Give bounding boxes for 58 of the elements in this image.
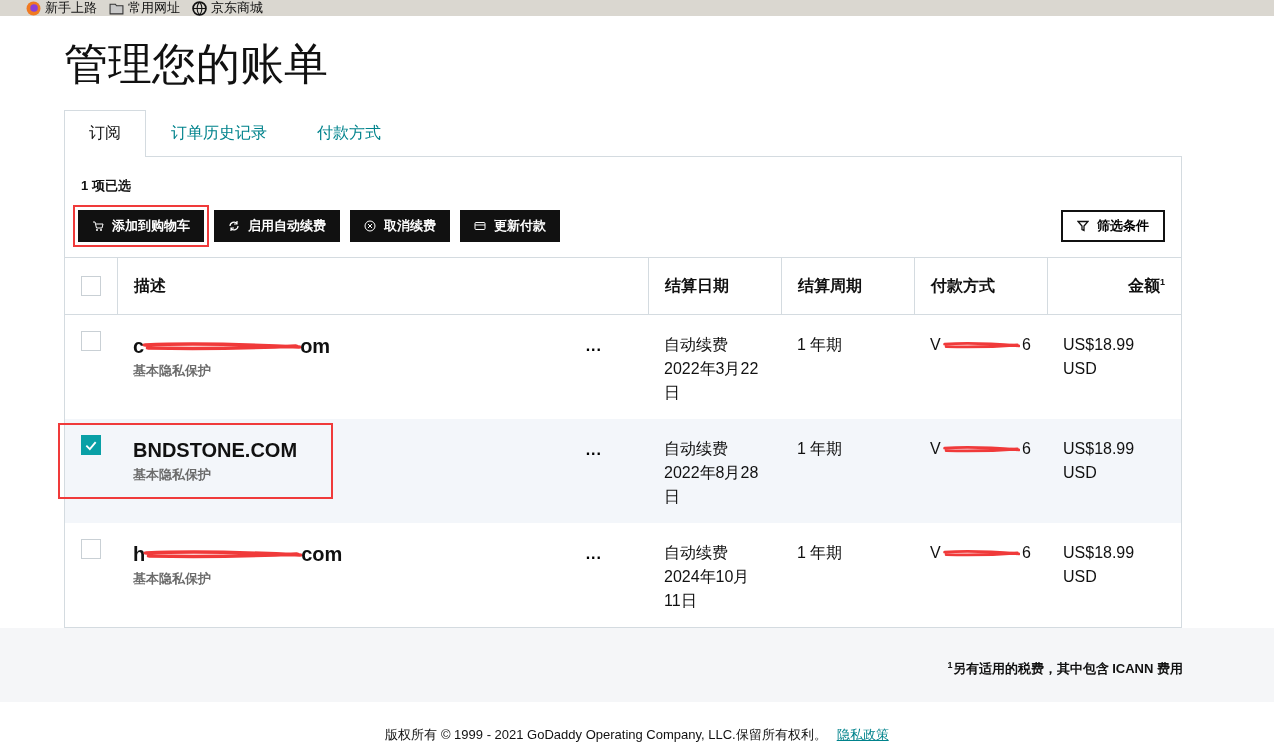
tab[interactable]: 订阅 — [64, 110, 146, 157]
refresh-icon — [228, 220, 240, 232]
billing-date: 自动续费 2024年10月11日 — [664, 544, 750, 609]
browser-logo-icon — [26, 0, 41, 16]
domain-name[interactable]: c — [133, 333, 145, 359]
column-header[interactable]: 结算日期 — [665, 275, 729, 297]
tab[interactable]: 付款方式 — [292, 110, 406, 157]
row-checkbox[interactable] — [81, 435, 101, 455]
domain-name[interactable]: com — [301, 541, 343, 567]
action-button[interactable]: 更新付款 — [460, 210, 560, 242]
payment-method: V — [930, 543, 941, 563]
payment-method: 6 — [1022, 543, 1031, 563]
billing-period: 1 年期 — [797, 544, 843, 561]
bookmark-label[interactable]: 常用网址 — [128, 0, 180, 17]
payment-method: V — [930, 439, 941, 459]
billing-period: 1 年期 — [797, 336, 843, 353]
domain-name[interactable]: om — [300, 333, 331, 359]
more-button[interactable]: ... — [585, 545, 602, 563]
cart-icon — [92, 220, 104, 232]
billing-date: 自动续费 2022年8月28日 — [664, 440, 759, 505]
bookmark-label[interactable]: 新手上路 — [45, 0, 97, 17]
card-icon — [474, 220, 486, 232]
column-header[interactable]: 结算周期 — [798, 275, 862, 297]
bookmark-label[interactable]: 京东商城 — [211, 0, 263, 17]
amount: US$18.99 USD — [1063, 544, 1135, 585]
cancel-icon — [364, 220, 376, 232]
amount: US$18.99 USD — [1063, 440, 1135, 481]
page-title: 管理您的账单 — [64, 38, 329, 90]
column-header[interactable]: 付款方式 — [931, 275, 995, 297]
more-button[interactable]: ... — [585, 337, 602, 355]
filter-icon — [1077, 220, 1089, 232]
column-header[interactable]: 金额$^{1}$ — [1128, 275, 1165, 297]
billing-date: 自动续费 2022年3月22日 — [664, 336, 759, 401]
billing-period: 1 年期 — [797, 440, 843, 457]
privacy-link[interactable]: 隐私政策 — [836, 727, 889, 742]
action-button[interactable]: 添加到购物车 — [78, 210, 204, 242]
row-checkbox[interactable] — [81, 539, 101, 559]
more-button[interactable]: ... — [585, 441, 602, 459]
amount: US$18.99 USD — [1063, 336, 1135, 377]
payment-method: 6 — [1022, 335, 1031, 355]
domain-name[interactable]: h — [133, 541, 146, 567]
privacy-label: 基本隐私保护 — [133, 362, 212, 380]
action-button[interactable]: 取消续费 — [350, 210, 450, 242]
select-all-checkbox[interactable] — [81, 276, 101, 296]
tax-footnote: $^{1}$另有适用的税费，其中包含 ICANN 费用 — [947, 660, 1183, 679]
privacy-label: 基本隐私保护 — [133, 466, 212, 484]
payment-method: 6 — [1022, 439, 1031, 459]
globe-icon — [192, 0, 207, 16]
privacy-label: 基本隐私保护 — [133, 570, 212, 588]
filter-button[interactable]: 筛选条件 — [1061, 210, 1165, 242]
column-header[interactable]: 描述 — [134, 275, 166, 297]
tab[interactable]: 订单历史记录 — [146, 110, 292, 157]
row-checkbox[interactable] — [81, 331, 101, 351]
action-button[interactable]: 启用自动续费 — [214, 210, 340, 242]
selection-count: 1 项已选 — [80, 177, 132, 195]
copyright-text: 版权所有 © 1999 - 2021 GoDaddy Operating Company, LLC.保留所有权利。 — [385, 727, 827, 742]
domain-name[interactable]: BNDSTONE.COM — [133, 437, 298, 463]
payment-method: V — [930, 335, 941, 355]
